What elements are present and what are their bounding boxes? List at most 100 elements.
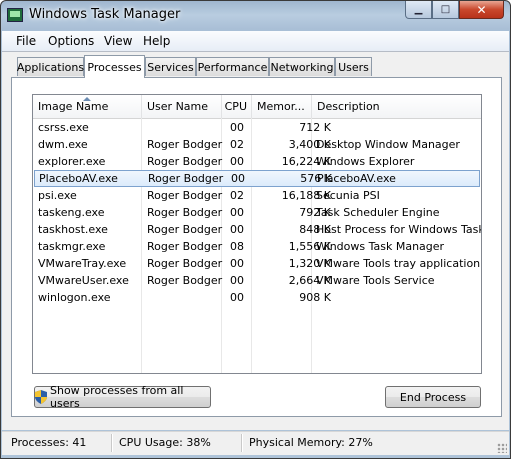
process-description [316, 119, 481, 136]
menu-options[interactable]: Options [48, 34, 94, 48]
maximize-icon: □ [440, 4, 451, 15]
process-image-name: explorer.exe [38, 155, 106, 168]
menu-view[interactable]: View [104, 34, 132, 48]
process-description: Desktop Window Manager [316, 138, 460, 151]
menu-help[interactable]: Help [143, 34, 170, 48]
tab-processes[interactable]: Processes [84, 55, 145, 78]
maximize-button[interactable]: □ [432, 1, 459, 19]
process-image-name: winlogon.exe [38, 291, 111, 304]
table-row[interactable]: VMwareUser.exe Roger Bodger 00 2,664 K VMwar… [33, 272, 481, 289]
status-cpu-usage: CPU Usage: 38% [119, 436, 211, 449]
process-cpu: 02 [230, 138, 244, 151]
process-image-name: dwm.exe [38, 138, 88, 151]
process-image-name: VMwareTray.exe [38, 257, 127, 270]
tab-applications[interactable]: Applications [17, 57, 84, 76]
process-cpu: 00 [230, 223, 244, 236]
process-image-name: taskeng.exe [38, 206, 105, 219]
process-description: VMware Tools Service [316, 274, 435, 287]
column-image-name[interactable]: Image Name [33, 95, 142, 118]
status-divider [111, 434, 113, 452]
uac-shield-icon [35, 390, 47, 404]
process-user-name [147, 119, 225, 136]
status-physical-memory: Physical Memory: 27% [249, 436, 373, 449]
status-bar: Processes: 41 CPU Usage: 38% Physical Me… [2, 431, 509, 455]
process-list[interactable]: Image Name User Name CPU Memor... Descri… [32, 94, 482, 374]
column-image-name-label: Image Name [38, 100, 109, 113]
sort-ascending-icon [83, 97, 91, 101]
process-description: PlaceboAV.exe [317, 172, 396, 185]
tab-performance[interactable]: Performance [196, 57, 269, 76]
table-row[interactable]: taskmgr.exe Roger Bodger 08 1,556 K Windows … [33, 238, 481, 255]
show-all-processes-label: Show processes from all users [50, 384, 184, 410]
process-cpu: 00 [230, 155, 244, 168]
process-image-name: taskmgr.exe [38, 240, 106, 253]
process-user-name: Roger Bodger [147, 257, 223, 270]
column-description-label: Description [317, 100, 380, 113]
end-process-button[interactable]: End Process [385, 386, 481, 408]
window-controls: ▁ □ ✕ [405, 1, 504, 20]
process-description: Host Process for Windows Tasks [316, 223, 481, 236]
window-title: Windows Task Manager [29, 7, 181, 22]
process-description: Windows Explorer [316, 155, 415, 168]
minimize-icon: ▁ [414, 4, 423, 15]
process-image-name: VMwareUser.exe [38, 274, 129, 287]
process-user-name: Roger Bodger [147, 189, 223, 202]
table-row[interactable]: explorer.exe Roger Bodger 00 16,224 K Window… [33, 153, 481, 170]
process-user-name [147, 289, 225, 306]
process-user-name: Roger Bodger [147, 206, 223, 219]
tab-networking[interactable]: Networking [269, 57, 335, 76]
process-user-name: Roger Bodger [147, 155, 223, 168]
table-row[interactable]: psi.exe Roger Bodger 02 16,188 K Secunia PSI [33, 187, 481, 204]
column-cpu[interactable]: CPU [222, 95, 252, 118]
task-manager-icon [7, 8, 23, 22]
table-row[interactable]: PlaceboAV.exe Roger Bodger 00 576 K PlaceboA… [34, 170, 480, 187]
table-row[interactable]: VMwareTray.exe Roger Bodger 00 1,320 K VMwar… [33, 255, 481, 272]
column-description[interactable]: Description [312, 95, 481, 118]
process-user-name: Roger Bodger [147, 138, 223, 151]
status-processes: Processes: 41 [11, 436, 87, 449]
tab-services[interactable]: Services [145, 57, 196, 76]
process-cpu: 08 [230, 240, 244, 253]
tab-users[interactable]: Users [335, 57, 372, 76]
status-divider [241, 434, 243, 452]
process-cpu: 02 [230, 189, 244, 202]
process-user-name: Roger Bodger [147, 274, 223, 287]
process-cpu: 00 [230, 206, 244, 219]
column-memory[interactable]: Memor... [252, 95, 312, 118]
close-icon: ✕ [476, 2, 487, 17]
table-row[interactable]: taskhost.exe Roger Bodger 00 848 K Host Proc… [33, 221, 481, 238]
end-process-label: End Process [399, 390, 467, 404]
resize-grip-icon[interactable] [497, 443, 507, 453]
process-cpu: 00 [230, 291, 244, 304]
table-row[interactable]: csrss.exe 00 712 K [33, 119, 481, 136]
table-row[interactable]: winlogon.exe 00 908 K [33, 289, 481, 306]
process-cpu: 00 [230, 257, 244, 270]
menu-bar: File Options View Help [2, 31, 509, 52]
process-user-name: Roger Bodger [147, 240, 223, 253]
process-image-name: PlaceboAV.exe [39, 172, 118, 185]
close-button[interactable]: ✕ [459, 1, 504, 19]
column-user-name-label: User Name [147, 100, 209, 113]
process-user-name: Roger Bodger [148, 172, 224, 185]
process-description [316, 289, 481, 306]
table-row[interactable]: taskeng.exe Roger Bodger 00 792 K Task Sched… [33, 204, 481, 221]
process-user-name: Roger Bodger [147, 223, 223, 236]
task-manager-window: Windows Task Manager ▁ □ ✕ File Options … [0, 0, 511, 459]
column-user-name[interactable]: User Name [142, 95, 222, 118]
process-description: VMware Tools tray application [316, 257, 481, 270]
process-image-name: taskhost.exe [38, 223, 108, 236]
process-cpu: 00 [230, 121, 244, 134]
process-description: Secunia PSI [316, 189, 380, 202]
show-all-processes-button[interactable]: Show processes from all users [34, 384, 211, 410]
menu-file[interactable]: File [16, 34, 36, 48]
column-header: Image Name User Name CPU Memor... Descri… [33, 95, 481, 119]
process-cpu: 00 [230, 274, 244, 287]
process-image-name: csrss.exe [38, 121, 89, 134]
minimize-button[interactable]: ▁ [405, 1, 432, 19]
column-memory-label: Memor... [257, 100, 305, 113]
process-description: Task Scheduler Engine [316, 206, 440, 219]
process-cpu: 00 [231, 172, 245, 185]
title-bar[interactable]: Windows Task Manager ▁ □ ✕ [1, 1, 510, 30]
process-image-name: psi.exe [38, 189, 77, 202]
table-row[interactable]: dwm.exe Roger Bodger 02 3,400 K Desktop Wind… [33, 136, 481, 153]
